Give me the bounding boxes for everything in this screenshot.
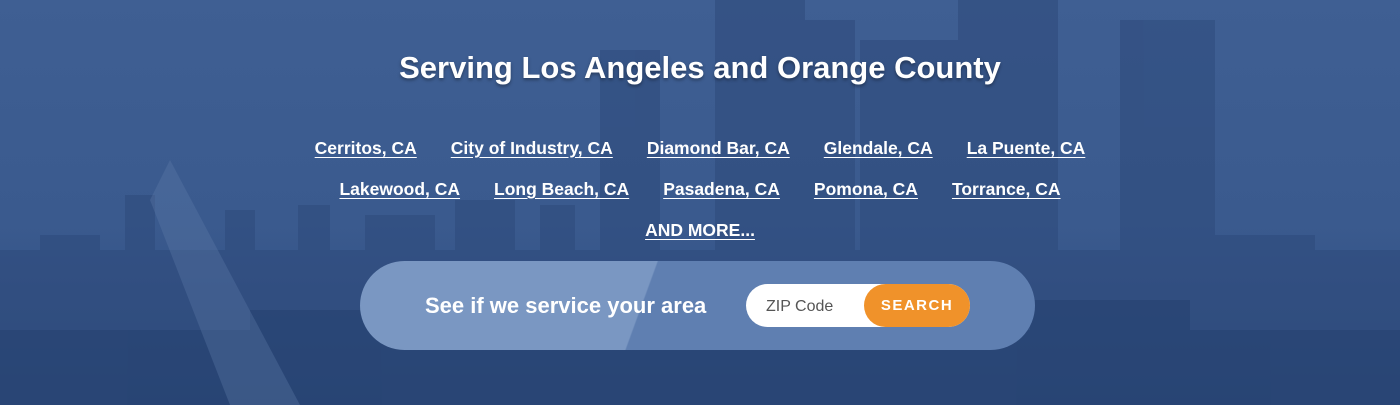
and-more-link[interactable]: AND MORE... — [645, 220, 755, 241]
city-link-torrance[interactable]: Torrance, CA — [952, 179, 1061, 200]
city-link-cerritos[interactable]: Cerritos, CA — [315, 138, 417, 159]
city-link-pomona[interactable]: Pomona, CA — [814, 179, 918, 200]
zip-code-input[interactable] — [764, 284, 868, 329]
city-link-long-beach[interactable]: Long Beach, CA — [494, 179, 629, 200]
page-title: Serving Los Angeles and Orange County — [399, 50, 1001, 85]
zip-search-bar: See if we service your area SEARCH — [360, 261, 1035, 350]
hero-section: Serving Los Angeles and Orange County Ce… — [0, 0, 1400, 405]
hero-content: Serving Los Angeles and Orange County Ce… — [0, 0, 1400, 405]
city-links: Cerritos, CA City of Industry, CA Diamon… — [0, 128, 1400, 251]
city-link-city-of-industry[interactable]: City of Industry, CA — [451, 138, 613, 159]
zip-search-field: SEARCH — [746, 284, 970, 329]
search-button[interactable]: SEARCH — [864, 284, 970, 327]
city-row-1: Cerritos, CA City of Industry, CA Diamon… — [0, 128, 1400, 169]
city-row-2: Lakewood, CA Long Beach, CA Pasadena, CA… — [0, 169, 1400, 210]
city-row-3: AND MORE... — [0, 210, 1400, 251]
city-link-diamond-bar[interactable]: Diamond Bar, CA — [647, 138, 790, 159]
search-label: See if we service your area — [425, 293, 707, 318]
city-link-la-puente[interactable]: La Puente, CA — [967, 138, 1086, 159]
city-link-lakewood[interactable]: Lakewood, CA — [339, 179, 460, 200]
city-link-glendale[interactable]: Glendale, CA — [824, 138, 933, 159]
city-link-pasadena[interactable]: Pasadena, CA — [663, 179, 780, 200]
